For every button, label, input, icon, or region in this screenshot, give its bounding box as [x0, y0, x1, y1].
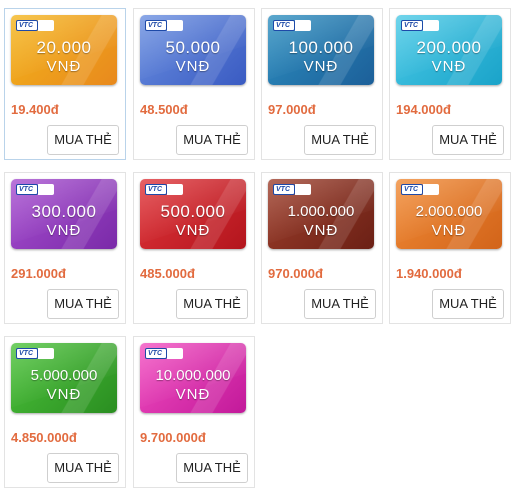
- card-amount: 500.000: [160, 202, 226, 221]
- card-item: VTC 100.000 VNĐ 97.000đ MUA THẺ: [261, 8, 383, 160]
- card-image[interactable]: VTC 10.000.000 VNĐ: [140, 343, 246, 413]
- vtc-logo-icon: VTC: [16, 184, 38, 195]
- card-item: VTC 500.000 VNĐ 485.000đ MUA THẺ: [133, 172, 255, 324]
- card-item: VTC 1.000.000 VNĐ 970.000đ MUA THẺ: [261, 172, 383, 324]
- vtc-logo-icon: VTC: [16, 20, 38, 31]
- card-price: 48.500đ: [140, 102, 188, 117]
- card-item: VTC 300.000 VNĐ 291.000đ MUA THẺ: [4, 172, 126, 324]
- card-amount: 2.000.000: [415, 203, 483, 220]
- card-price: 485.000đ: [140, 266, 195, 281]
- card-image[interactable]: VTC 300.000 VNĐ: [11, 179, 117, 249]
- card-price: 970.000đ: [268, 266, 323, 281]
- card-amount: 300.000: [31, 202, 97, 221]
- buy-card-button[interactable]: MUA THẺ: [176, 289, 248, 319]
- card-image[interactable]: VTC 200.000 VNĐ: [396, 15, 502, 85]
- vtc-logo-icon: VTC: [401, 184, 423, 195]
- vtc-logo-icon: VTC: [16, 348, 38, 359]
- vtc-logo-icon: VTC: [145, 348, 167, 359]
- card-currency: VNĐ: [175, 386, 211, 403]
- card-currency: VNĐ: [46, 58, 82, 75]
- card-amount: 10.000.000: [155, 367, 231, 384]
- vtc-logo-icon: VTC: [401, 20, 423, 31]
- card-currency: VNĐ: [175, 222, 211, 239]
- card-item: VTC 50.000 VNĐ 48.500đ MUA THẺ: [133, 8, 255, 160]
- card-amount: 200.000: [416, 38, 482, 57]
- vtc-logo-icon: VTC: [273, 184, 295, 195]
- buy-card-button[interactable]: MUA THẺ: [304, 125, 376, 155]
- card-image[interactable]: VTC 5.000.000 VNĐ: [11, 343, 117, 413]
- vtc-logo-icon: VTC: [145, 20, 167, 31]
- card-item: VTC 200.000 VNĐ 194.000đ MUA THẺ: [389, 8, 511, 160]
- buy-card-button[interactable]: MUA THẺ: [47, 125, 119, 155]
- card-image[interactable]: VTC 2.000.000 VNĐ: [396, 179, 502, 249]
- card-price: 291.000đ: [11, 266, 66, 281]
- card-currency: VNĐ: [303, 58, 339, 75]
- buy-card-button[interactable]: MUA THẺ: [304, 289, 376, 319]
- card-price: 4.850.000đ: [11, 430, 77, 445]
- card-currency: VNĐ: [175, 58, 211, 75]
- buy-card-button[interactable]: MUA THẺ: [176, 125, 248, 155]
- buy-card-button[interactable]: MUA THẺ: [176, 453, 248, 483]
- card-price: 1.940.000đ: [396, 266, 462, 281]
- card-price: 194.000đ: [396, 102, 451, 117]
- card-currency: VNĐ: [46, 222, 82, 239]
- card-item: VTC 10.000.000 VNĐ 9.700.000đ MUA THẺ: [133, 336, 255, 488]
- card-price: 19.400đ: [11, 102, 59, 117]
- card-currency: VNĐ: [431, 222, 467, 239]
- card-image[interactable]: VTC 500.000 VNĐ: [140, 179, 246, 249]
- card-item: VTC 20.000 VNĐ 19.400đ MUA THẺ: [4, 8, 126, 160]
- card-image[interactable]: VTC 1.000.000 VNĐ: [268, 179, 374, 249]
- card-image[interactable]: VTC 50.000 VNĐ: [140, 15, 246, 85]
- card-currency: VNĐ: [431, 58, 467, 75]
- card-amount: 1.000.000: [287, 203, 355, 220]
- card-image[interactable]: VTC 20.000 VNĐ: [11, 15, 117, 85]
- card-item: VTC 5.000.000 VNĐ 4.850.000đ MUA THẺ: [4, 336, 126, 488]
- card-amount: 20.000: [36, 38, 92, 57]
- buy-card-button[interactable]: MUA THẺ: [47, 289, 119, 319]
- card-amount: 100.000: [288, 38, 354, 57]
- card-amount: 50.000: [165, 38, 221, 57]
- buy-card-button[interactable]: MUA THẺ: [432, 289, 504, 319]
- card-image[interactable]: VTC 100.000 VNĐ: [268, 15, 374, 85]
- card-item: VTC 2.000.000 VNĐ 1.940.000đ MUA THẺ: [389, 172, 511, 324]
- card-currency: VNĐ: [46, 386, 82, 403]
- vtc-logo-icon: VTC: [273, 20, 295, 31]
- buy-card-button[interactable]: MUA THẺ: [432, 125, 504, 155]
- buy-card-button[interactable]: MUA THẺ: [47, 453, 119, 483]
- card-currency: VNĐ: [303, 222, 339, 239]
- card-amount: 5.000.000: [30, 367, 98, 384]
- card-price: 97.000đ: [268, 102, 316, 117]
- vtc-logo-icon: VTC: [145, 184, 167, 195]
- card-price: 9.700.000đ: [140, 430, 206, 445]
